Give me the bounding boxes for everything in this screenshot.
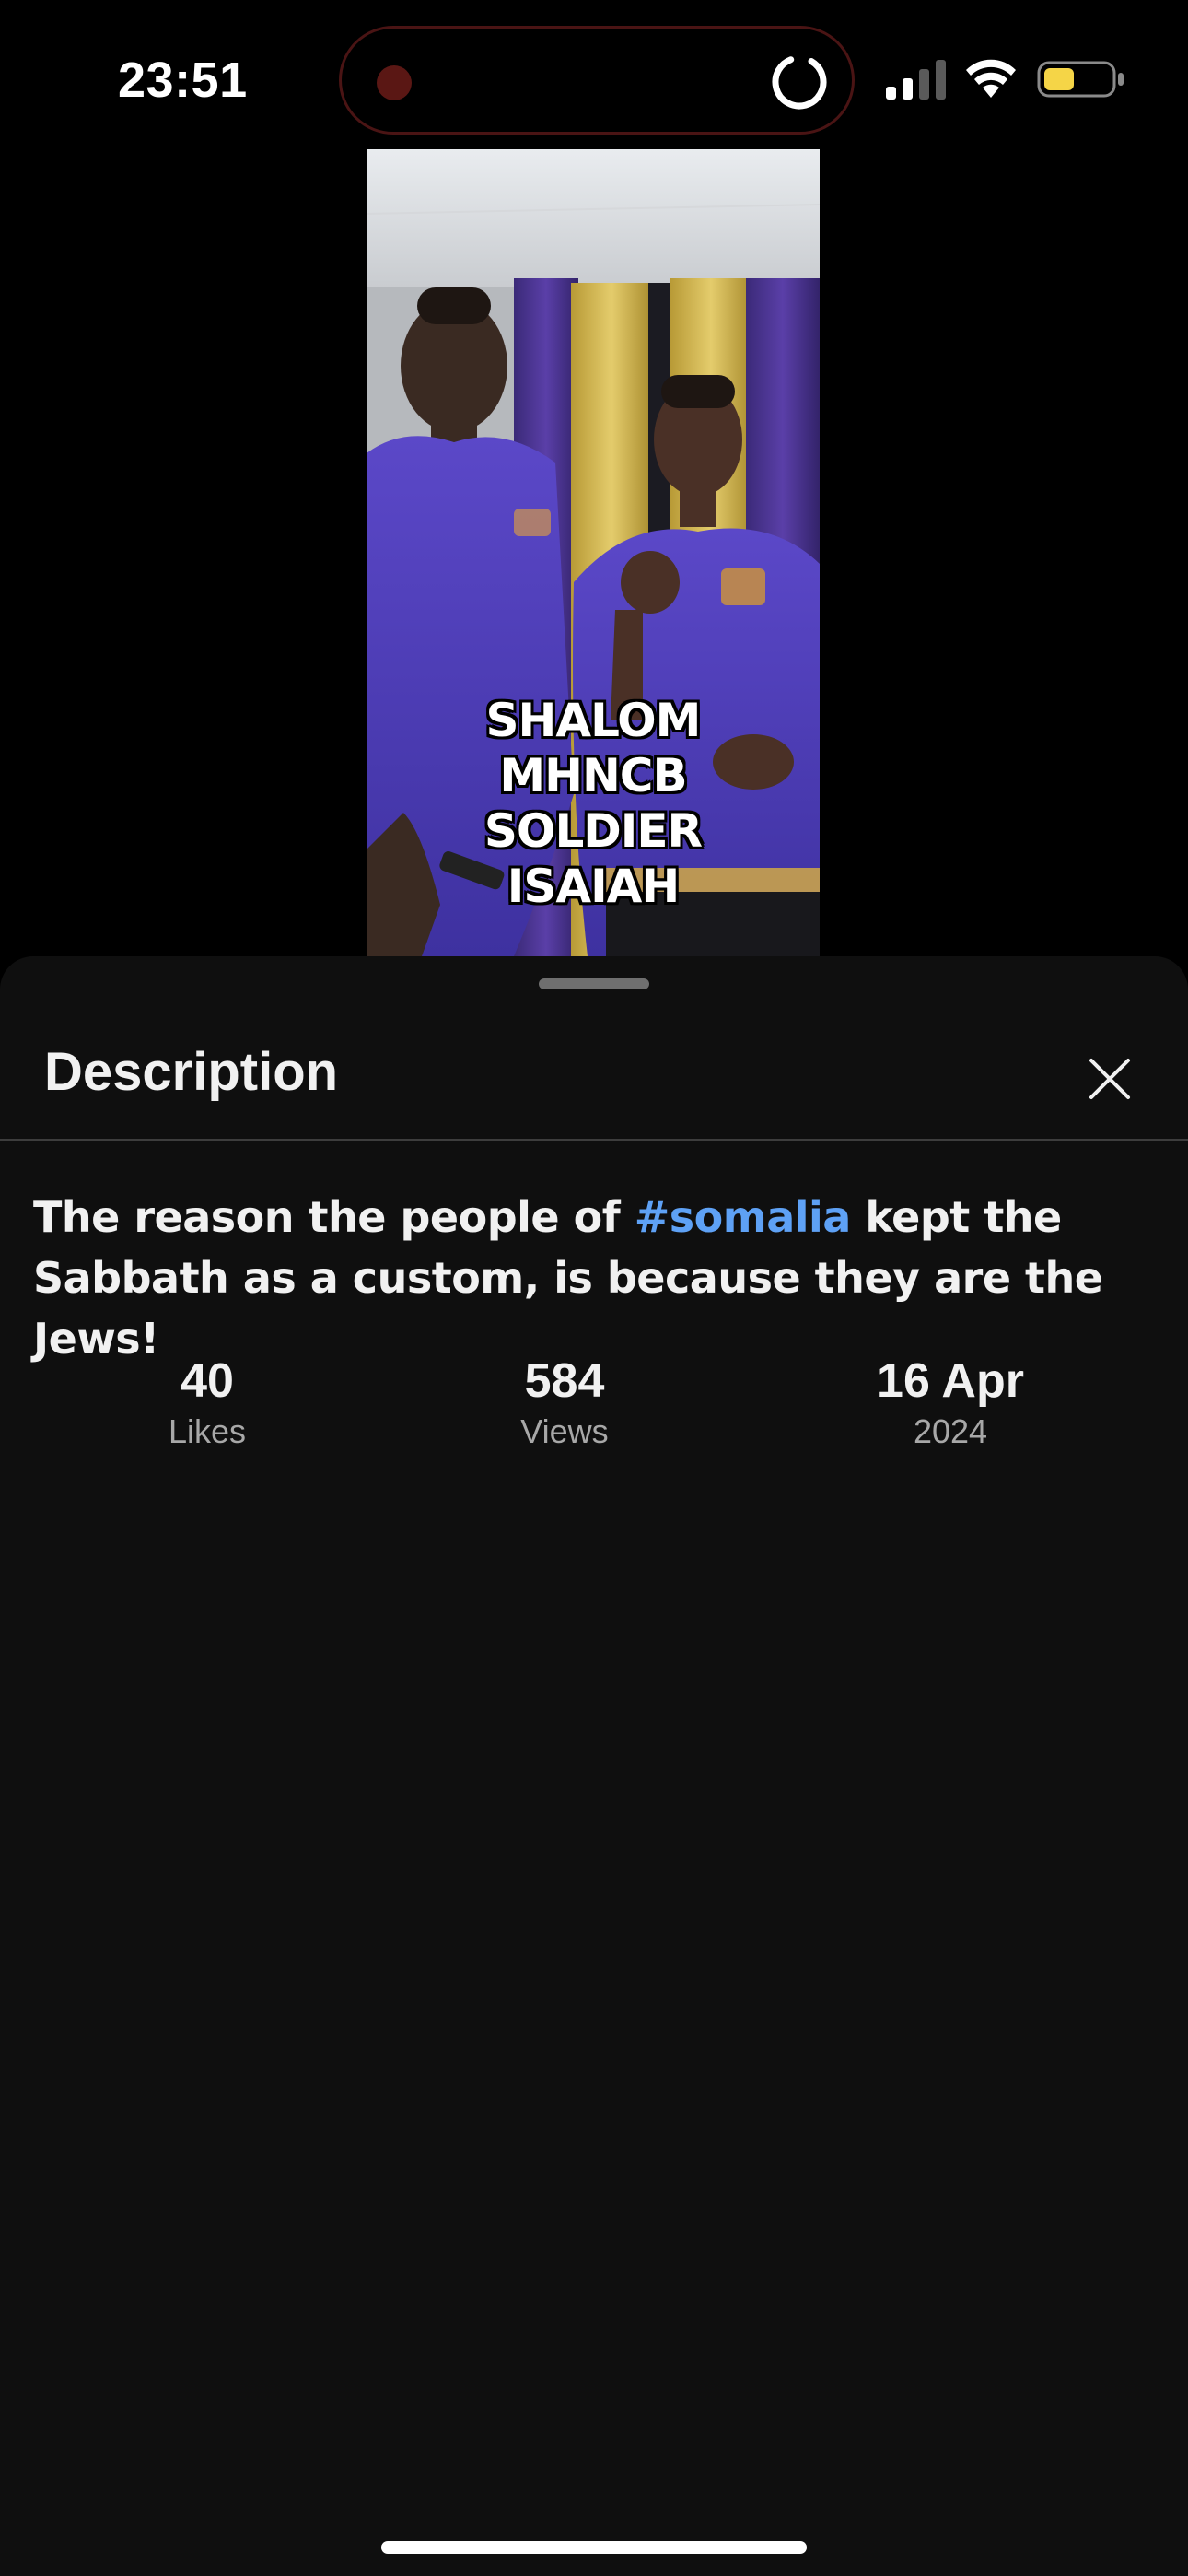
recording-indicator-icon [377,65,412,100]
caption-line: SHALOM [485,694,702,747]
description-text-start: The reason the people of [33,1192,635,1242]
home-indicator[interactable] [381,2541,807,2554]
sheet-drag-handle[interactable] [539,978,649,989]
close-button[interactable] [1077,1047,1142,1111]
hashtag-link[interactable]: #somalia [635,1192,852,1242]
views-stat: 584 Views [426,1352,703,1454]
caption-line: MHNCB [499,749,687,802]
status-bar: 23:51 [0,0,1188,157]
likes-stat: 40 Likes [69,1352,345,1454]
close-icon [1089,1059,1130,1099]
caption-line: ISAIAH [507,860,680,913]
loading-spinner-icon [772,54,827,110]
likes-label: Likes [168,1412,247,1450]
description-sheet: Description The reason the people of #so… [0,956,1188,2576]
wifi-icon [966,59,1016,98]
battery-icon [1037,61,1124,98]
sheet-title: Description [44,1042,339,1102]
publish-year: 2024 [913,1412,988,1450]
likes-count: 40 [181,1354,234,1408]
description-text: The reason the people of #somalia kept t… [33,1187,1157,1369]
divider [0,1139,1188,1141]
video-player[interactable]: SHALOM MHNCB SOLDIER ISAIAH [367,149,820,956]
views-label: Views [520,1412,609,1450]
publish-date-stat: 16 Apr 2024 [812,1352,1089,1454]
dynamic-island [339,26,855,135]
status-time: 23:51 [118,53,248,108]
cellular-signal-icon [886,60,946,100]
publish-day-month: 16 Apr [877,1354,1024,1408]
video-caption: SHALOM MHNCB SOLDIER ISAIAH [367,693,820,914]
caption-line: SOLDIER [483,804,703,858]
views-count: 584 [524,1354,605,1408]
